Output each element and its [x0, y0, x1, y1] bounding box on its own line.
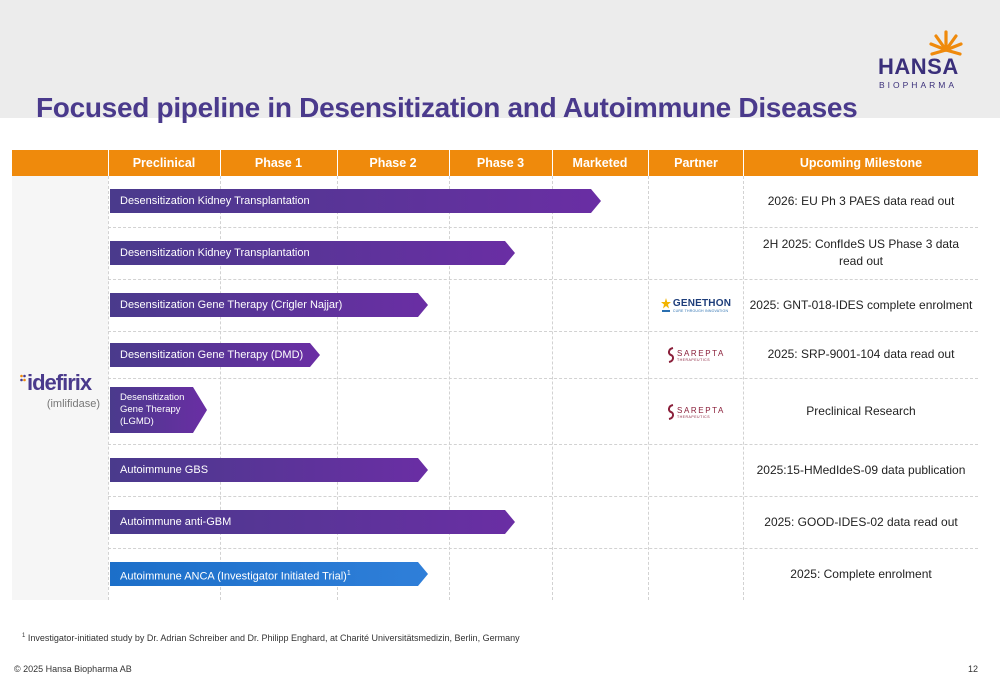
- milestone-text: 2025: GOOD-IDES-02 data read out: [764, 514, 958, 529]
- program-bar: Desensitization Kidney Transplantation: [110, 189, 601, 213]
- genethon-icon: [660, 298, 671, 312]
- partner-genethon: GENETHON CURE THROUGH INNOVATION: [649, 290, 743, 320]
- partner-sarepta: SAREPTA THERAPEUTICS: [649, 400, 743, 424]
- logo-name: HANSA: [878, 54, 959, 79]
- col-phase3: Phase 3: [476, 156, 525, 170]
- sarepta-icon: [668, 404, 675, 420]
- milestone-text: 2025:15-HMedIdeS-09 data publication: [756, 462, 966, 477]
- milestone-text: Preclinical Research: [806, 403, 916, 418]
- sarepta-icon: [668, 347, 675, 363]
- program-bar: Autoimmune anti-GBM: [110, 510, 515, 534]
- milestone-text: 2H 2025: ConfIdeS US Phase 3 data read o…: [762, 237, 960, 268]
- hansa-logo: HANSA BIOPHARMA: [878, 28, 974, 92]
- partner-sarepta: SAREPTA THERAPEUTICS: [649, 343, 743, 367]
- col-partner: Partner: [674, 156, 718, 170]
- col-milestone: Upcoming Milestone: [799, 156, 923, 170]
- program-bar: Autoimmune ANCA (Investigator Initiated …: [110, 562, 428, 586]
- milestone-text: 2026: EU Ph 3 PAES data read out: [767, 194, 955, 208]
- logo-subtitle: BIOPHARMA: [879, 80, 958, 90]
- product-subtitle: (imlifidase): [46, 398, 100, 410]
- program-bar: Autoimmune GBS: [110, 458, 428, 482]
- footnote: 1 Investigator-initiated study by Dr. Ad…: [22, 633, 520, 643]
- copyright: © 2025 Hansa Biopharma AB: [14, 664, 132, 674]
- page-number: 12: [967, 664, 978, 674]
- product-name: idefirix: [27, 370, 92, 395]
- col-phase2: Phase 2: [369, 156, 417, 170]
- milestone-text: 2025: SRP-9001-104 data read out: [767, 347, 955, 361]
- col-phase1: Phase 1: [254, 156, 303, 170]
- dots-icon: [20, 374, 26, 382]
- pipeline-header: Preclinical Phase 1 Phase 2 Phase 3 Mark…: [12, 150, 978, 176]
- col-preclinical: Preclinical: [132, 156, 196, 170]
- idefirix-logo: idefirix (imlifidase): [20, 370, 104, 410]
- program-bar: Desensitization Gene Therapy (Crigler Na…: [110, 293, 428, 317]
- page-title: Focused pipeline in Desensitization and …: [36, 92, 858, 123]
- col-marketed: Marketed: [572, 156, 628, 170]
- program-bar: Desensitization Gene Therapy (LGMD): [110, 387, 207, 433]
- milestone-text: 2025: GNT-018-IDES complete enrolment: [749, 297, 973, 312]
- program-bar: Desensitization Gene Therapy (DMD): [110, 343, 320, 367]
- milestone-text: 2025: Complete enrolment: [790, 566, 932, 581]
- program-bar: Desensitization Kidney Transplantation: [110, 241, 515, 265]
